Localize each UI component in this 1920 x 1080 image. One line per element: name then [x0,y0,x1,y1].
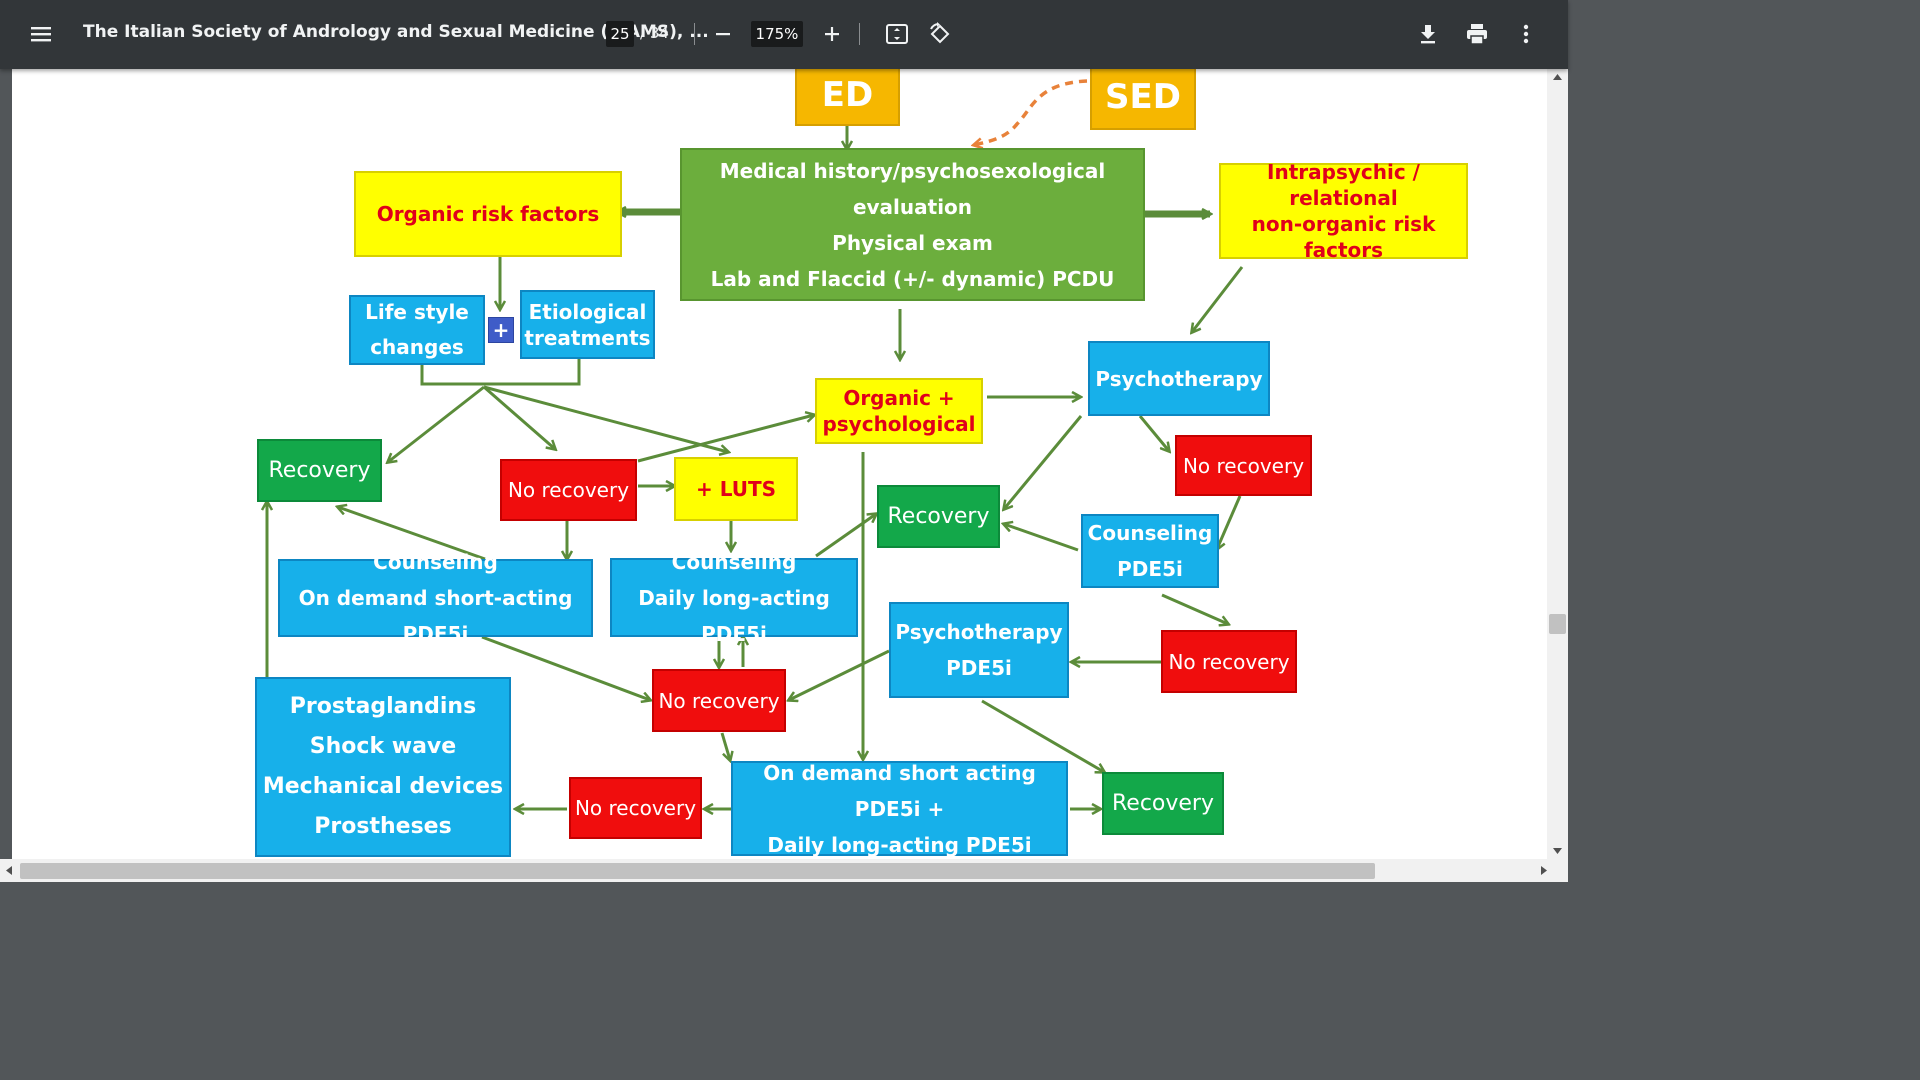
page-total: / 34 [640,24,669,42]
pde5i-line: PDE5i [946,656,1012,680]
etiological-line-2: treatments [524,325,651,350]
page-number-input[interactable]: 25 [606,21,634,47]
recovery-label: Recovery [1111,791,1214,816]
scroll-right-icon [1541,866,1547,875]
third-line-item: Prostaglandins [289,694,477,719]
vertical-scrollbar[interactable] [1547,69,1568,859]
combo-line-1: On demand short acting PDE5i + [763,760,1036,821]
download-icon[interactable] [1412,18,1444,50]
counseling-on-demand-box: Counseling On demand short-acting PDE5i [278,550,593,646]
etiological-line-1: Etiological [528,299,647,324]
no-recovery-box: No recovery [500,459,637,521]
pde5i-line: PDE5i [1117,557,1183,581]
scroll-down-icon [1553,848,1562,854]
psychotherapy-label: Psychotherapy [1095,366,1263,391]
intrapsychic-line-1: Intrapsychic / relational [1267,160,1420,210]
no-recovery-label: No recovery [507,478,630,502]
no-recovery-label: No recovery [1182,453,1305,478]
recovery-box-middle: Recovery [877,485,1000,548]
organic-psych-line-1: Organic + [843,386,955,410]
ed-label: ED [821,74,874,115]
counseling-daily-box: Counseling Daily long-acting PDE5i [610,550,858,646]
rotate-icon[interactable] [924,18,956,50]
no-recovery-box: No recovery [652,669,786,732]
combo-line-2: Daily long-acting PDE5i [767,832,1032,857]
scroll-up-icon [1553,74,1562,80]
organic-psych-line-2: psychological [822,412,976,436]
third-line-item: Shock wave [309,734,457,759]
horizontal-scrollbar[interactable] [0,859,1568,882]
more-vert-icon[interactable] [1510,18,1542,50]
sed-box: SED [1090,69,1196,130]
evaluation-box: Medical history/psychosexological evalua… [680,148,1145,301]
plus-connector: + [488,317,514,343]
psychotherapy-line: Psychotherapy [895,620,1063,644]
no-recovery-label: No recovery [1168,649,1290,674]
luts-box: + LUTS [674,457,798,521]
third-line-item: Mechanical devices [262,774,504,799]
scrollbar-thumb [1549,614,1566,634]
psychotherapy-pde5i-box: Psychotherapy PDE5i [889,602,1069,698]
combination-therapy-box: On demand short acting PDE5i + Daily lon… [731,761,1068,857]
pdf-page: ED SED Medical history/psychosexological… [12,69,1547,859]
third-line-item: Prostheses [314,814,452,839]
scrollbar-thumb [20,863,1375,879]
counseling-pde5i-box: Counseling PDE5i [1081,514,1219,588]
recovery-label: Recovery [268,458,371,483]
toolbar-divider [694,23,695,45]
scroll-left-icon [6,866,12,875]
recovery-box-left: Recovery [257,439,382,502]
psychotherapy-box: Psychotherapy [1088,341,1270,416]
evaluation-line-1: Medical history/psychosexological evalua… [719,158,1106,219]
sed-label: SED [1105,76,1181,117]
plus-icon[interactable] [816,18,848,50]
recovery-box-bottom: Recovery [1102,772,1224,835]
minus-icon[interactable] [707,18,739,50]
counseling-line: Counseling [373,550,498,574]
hamburger-menu-icon[interactable] [25,18,57,50]
intrapsychic-box: Intrapsychic / relational non-organic ri… [1219,160,1468,262]
etiological-box: Etiological treatments [520,290,655,359]
intrapsychic-line-2: non-organic risk factors [1251,212,1436,262]
luts-label: + LUTS [695,477,777,501]
no-recovery-box: No recovery [1161,630,1297,693]
no-recovery-box: No recovery [1175,435,1312,496]
counseling-line: Counseling [671,549,797,574]
lifestyle-box: Life style changes [349,295,485,365]
third-line-treatments-box: Prostaglandins Shock wave Mechanical dev… [255,677,511,857]
plus-label: + [492,318,510,342]
print-icon[interactable] [1461,18,1493,50]
counseling-line: Counseling [1087,521,1213,545]
organic-risk-box: Organic risk factors [354,171,622,257]
zoom-level-input[interactable]: 175% [751,21,803,47]
no-recovery-label: No recovery [658,688,780,713]
lifestyle-line-1: Life style [365,300,469,324]
organic-risk-label: Organic risk factors [376,202,600,226]
ed-box: ED [795,69,900,126]
fit-page-icon[interactable] [881,18,913,50]
no-recovery-label: No recovery [574,796,697,820]
recovery-label: Recovery [887,504,990,529]
organic-psychological-box: Organic + psychological [815,378,983,444]
lifestyle-line-2: changes [370,335,464,359]
evaluation-line-3: Lab and Flaccid (+/- dynamic) PCDU [710,266,1115,291]
toolbar-divider [859,23,860,45]
pdf-toolbar: The Italian Society of Andrology and Sex… [0,0,1568,69]
no-recovery-box: No recovery [569,777,702,839]
daily-long-line: Daily long-acting PDE5i [638,585,830,646]
evaluation-line-2: Physical exam [832,230,993,255]
on-demand-line: On demand short-acting PDE5i [298,586,573,646]
